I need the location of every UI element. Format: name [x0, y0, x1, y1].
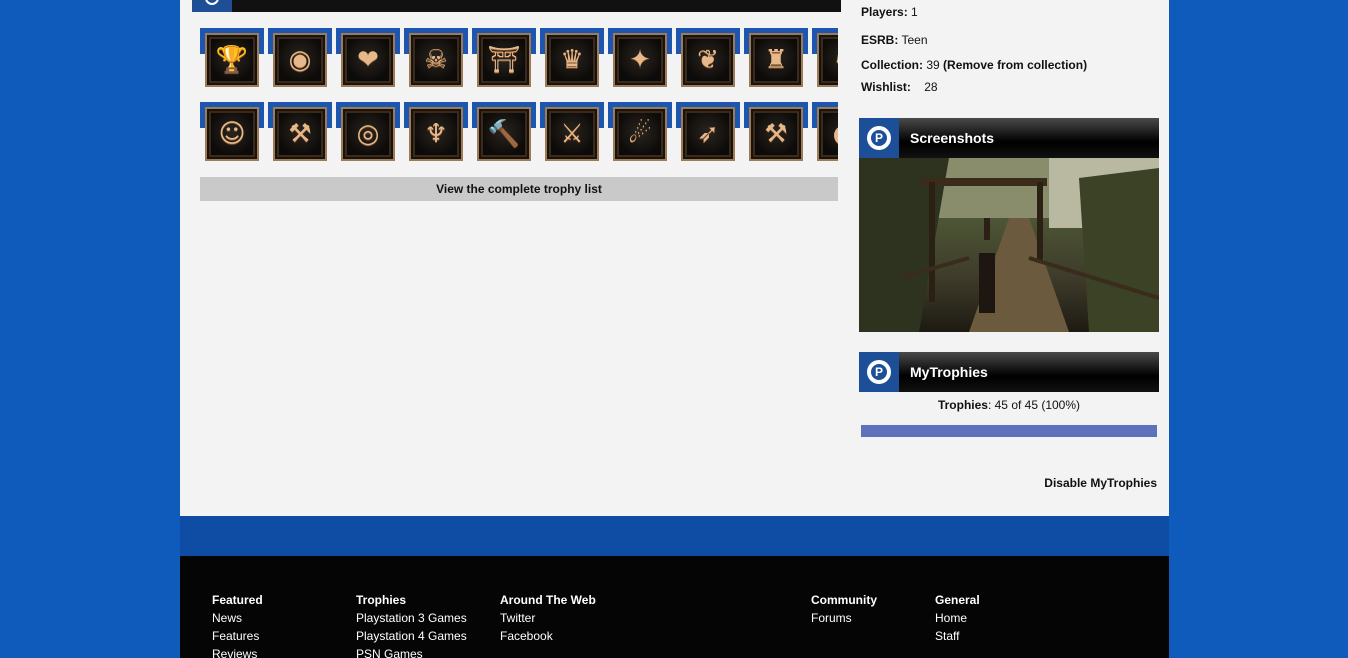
playstation-logo-icon: P — [859, 118, 899, 158]
trophy-icon[interactable]: ❤ — [336, 28, 400, 88]
trophy-icon[interactable]: ⛩ — [472, 28, 536, 88]
collection-info: Collection: 39 (Remove from collection) — [861, 58, 1088, 72]
trophy-icon[interactable]: ☠ — [404, 28, 468, 88]
mytrophies-panel-header: P MyTrophies — [859, 352, 1159, 392]
mytrophies-title: MyTrophies — [910, 364, 988, 380]
trophy-icon[interactable]: ✦ — [608, 28, 672, 88]
disable-mytrophies-link[interactable]: Disable MyTrophies — [1044, 476, 1157, 490]
trophy-icon[interactable]: ● — [812, 102, 838, 162]
trophy-progress-fill — [861, 425, 1157, 437]
trophy-panel-header — [192, 0, 841, 12]
trophies-progress-text: Trophies: 45 of 45 (100%) — [937, 398, 1081, 412]
trophy-icon[interactable]: ☄ — [608, 102, 672, 162]
view-trophy-list-button[interactable]: View the complete trophy list — [200, 177, 838, 201]
footer-link-reviews[interactable]: Reviews — [212, 647, 263, 658]
trophy-icon[interactable]: ♛ — [540, 28, 604, 88]
footer-col-trophies: Trophies Playstation 3 Games Playstation… — [356, 593, 467, 658]
trophy-icon[interactable]: ➶ — [676, 102, 740, 162]
site-logo-icon — [192, 0, 232, 12]
footer-link-psn-games[interactable]: PSN Games — [356, 647, 467, 658]
trophy-icon[interactable]: ♆ — [404, 102, 468, 162]
footer-link-facebook[interactable]: Facebook — [500, 629, 596, 647]
game-screenshot-image[interactable] — [859, 158, 1159, 332]
footer-link-home[interactable]: Home — [935, 611, 980, 629]
footer-col-featured: Featured News Features Reviews — [212, 593, 263, 658]
trophy-icon[interactable]: ⚒ — [268, 102, 332, 162]
trophy-icon[interactable]: 🔨 — [472, 102, 536, 162]
screenshots-panel-header: P Screenshots — [859, 118, 1159, 158]
content-area: 🏆 ◉ ❤ ☠ ⛩ ♛ ✦ ❦ ♜ ♞ ☺ ⚒ ◎ ♆ 🔨 ⚔ ☄ ➶ ⚒ ● … — [180, 0, 1169, 658]
footer-col-community: Community Forums — [811, 593, 877, 629]
trophy-icon[interactable]: ❦ — [676, 28, 740, 88]
footer-col-general: General Home Staff — [935, 593, 980, 647]
footer-col-around-the-web: Around The Web Twitter Facebook — [500, 593, 596, 647]
footer-link-news[interactable]: News — [212, 611, 263, 629]
screenshots-title: Screenshots — [910, 130, 995, 146]
footer-link-ps3-games[interactable]: Playstation 3 Games — [356, 611, 467, 629]
site-footer: Featured News Features Reviews Trophies … — [180, 556, 1169, 658]
footer-link-forums[interactable]: Forums — [811, 611, 877, 629]
esrb-info: ESRB: Teen — [861, 33, 928, 47]
trophy-icon[interactable]: 🏆 — [200, 28, 264, 88]
playstation-logo-icon: P — [859, 352, 899, 392]
trophy-icon[interactable]: ⚔ — [540, 102, 604, 162]
trophy-icon[interactable]: ◉ — [268, 28, 332, 88]
footer-blue-band — [180, 516, 1169, 556]
trophy-icon[interactable]: ◎ — [336, 102, 400, 162]
trophy-grid: 🏆 ◉ ❤ ☠ ⛩ ♛ ✦ ❦ ♜ ♞ ☺ ⚒ ◎ ♆ 🔨 ⚔ ☄ ➶ ⚒ ● — [200, 28, 838, 164]
trophy-icon[interactable]: ♞ — [812, 28, 838, 88]
trophy-icon[interactable]: ⚒ — [744, 102, 808, 162]
trophy-icon[interactable]: ♜ — [744, 28, 808, 88]
footer-link-ps4-games[interactable]: Playstation 4 Games — [356, 629, 467, 647]
remove-from-collection-link[interactable]: (Remove from collection) — [943, 58, 1087, 72]
trophy-progress-bar — [861, 425, 1157, 437]
trophy-icon[interactable]: ☺ — [200, 102, 264, 162]
footer-link-features[interactable]: Features — [212, 629, 263, 647]
screenshot-scene — [859, 158, 1159, 332]
footer-link-staff[interactable]: Staff — [935, 629, 980, 647]
footer-link-twitter[interactable]: Twitter — [500, 611, 596, 629]
players-info: Players: 1 — [861, 5, 918, 19]
wishlist-info: Wishlist: 28 — [861, 80, 938, 94]
